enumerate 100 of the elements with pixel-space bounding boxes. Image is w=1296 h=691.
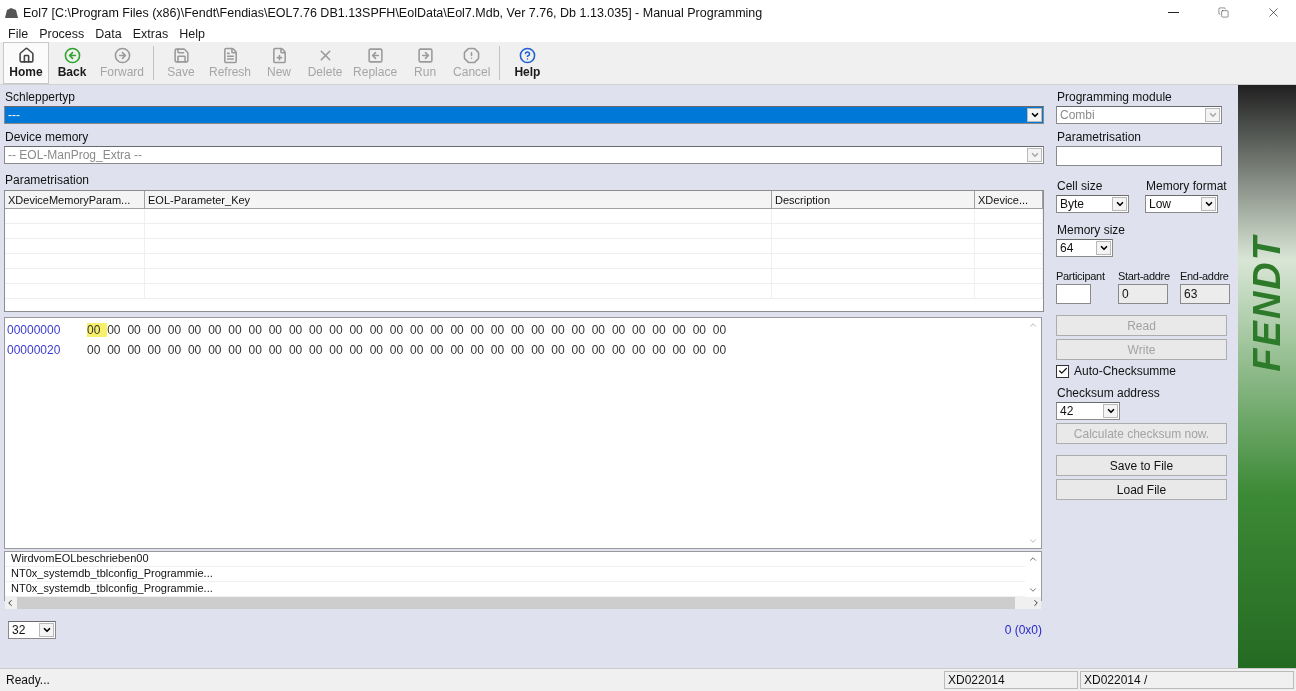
hex-byte[interactable]: 00 (268, 343, 289, 357)
hex-byte[interactable]: 00 (712, 323, 733, 337)
column-header[interactable]: XDeviceMemoryParam... (5, 191, 145, 208)
tractor-type-dropdown[interactable]: --- (4, 106, 1044, 124)
hex-byte[interactable]: 00 (430, 343, 451, 357)
hex-byte[interactable]: 00 (632, 323, 653, 337)
hex-byte[interactable]: 00 (228, 323, 249, 337)
hex-byte[interactable]: 00 (389, 323, 410, 337)
hex-byte[interactable]: 00 (228, 343, 249, 357)
hex-byte[interactable]: 00 (329, 323, 350, 337)
hex-byte[interactable]: 00 (490, 323, 511, 337)
hex-byte[interactable]: 00 (369, 323, 390, 337)
memory-size-dropdown[interactable]: 64 (1056, 239, 1113, 257)
hex-byte[interactable]: 00 (510, 323, 532, 337)
toolbar-button[interactable]: Back (49, 42, 95, 84)
hex-byte[interactable]: 00 (107, 343, 128, 357)
hex-byte[interactable]: 00 (692, 343, 713, 357)
column-header[interactable]: XDevice... (975, 191, 1043, 208)
menu-item[interactable]: Extras (126, 26, 174, 41)
menu-item[interactable]: Help (173, 26, 210, 41)
hex-byte[interactable]: 00 (87, 343, 108, 357)
hex-byte[interactable]: 00 (490, 343, 511, 357)
hex-byte[interactable]: 00 (692, 323, 713, 337)
hex-byte[interactable]: 00 (87, 323, 108, 337)
checksum-address-dropdown[interactable]: 42 (1056, 402, 1120, 420)
hex-byte[interactable]: 00 (309, 343, 330, 357)
hex-byte[interactable]: 00 (652, 323, 673, 337)
scroll-up-icon (1028, 554, 1038, 564)
hex-byte[interactable]: 00 (248, 343, 269, 357)
horizontal-scrollbar[interactable] (5, 597, 1041, 609)
parametrisation-field[interactable] (1056, 146, 1222, 166)
hex-byte[interactable]: 00 (349, 343, 370, 357)
hex-byte[interactable]: 00 (208, 323, 229, 337)
column-header[interactable]: Description (772, 191, 975, 208)
hex-byte[interactable]: 00 (410, 343, 431, 357)
hex-byte[interactable]: 00 (107, 323, 128, 337)
hex-byte[interactable]: 00 (591, 323, 612, 337)
participant-field[interactable] (1056, 284, 1091, 304)
right-arrow-square-icon (416, 47, 434, 64)
start-address-field[interactable]: 0 (1118, 284, 1168, 304)
hex-byte[interactable]: 00 (531, 323, 552, 337)
hex-byte[interactable]: 00 (551, 343, 572, 357)
log-item[interactable]: WirdvomEOLbeschrieben00 (11, 552, 211, 566)
checkbox[interactable] (1056, 364, 1069, 378)
hex-byte[interactable]: 00 (187, 343, 209, 357)
field-label: Participant (1056, 270, 1106, 282)
page-size-dropdown[interactable]: 32 (8, 621, 56, 639)
hex-byte[interactable]: 00 (611, 323, 633, 337)
hex-byte[interactable]: 00 (510, 343, 532, 357)
hex-byte[interactable]: 00 (288, 323, 310, 337)
hex-byte[interactable]: 00 (430, 323, 451, 337)
hex-byte[interactable]: 00 (410, 323, 431, 337)
hex-address: 00000020 (7, 343, 62, 357)
hex-byte[interactable]: 00 (470, 323, 491, 337)
hex-byte[interactable]: 00 (167, 343, 188, 357)
hex-byte[interactable]: 00 (329, 343, 350, 357)
hex-byte[interactable]: 00 (187, 323, 209, 337)
hex-byte[interactable]: 00 (127, 323, 148, 337)
hex-byte[interactable]: 00 (288, 343, 310, 357)
hex-byte[interactable]: 00 (127, 343, 148, 357)
hex-byte[interactable]: 00 (672, 323, 693, 337)
hex-byte[interactable]: 00 (652, 343, 673, 357)
column-header[interactable]: EOL-Parameter_Key (145, 191, 772, 208)
hex-byte[interactable]: 00 (450, 323, 471, 337)
hex-byte[interactable]: 00 (309, 323, 330, 337)
toolbar-button[interactable]: Help (504, 42, 551, 84)
hex-byte[interactable]: 00 (369, 343, 390, 357)
hex-byte[interactable]: 00 (611, 343, 633, 357)
hex-byte[interactable]: 00 (167, 323, 188, 337)
hex-byte[interactable]: 00 (712, 343, 733, 357)
hex-byte[interactable]: 00 (551, 323, 572, 337)
hex-byte[interactable]: 00 (571, 323, 592, 337)
hex-byte[interactable]: 00 (531, 343, 552, 357)
log-item[interactable]: NT0x_systemdb_tblconfig_Programmie... (11, 567, 211, 581)
menu-item[interactable]: File (2, 26, 34, 41)
hex-byte[interactable]: 00 (147, 343, 168, 357)
field-label: Schleppertyp (5, 90, 77, 104)
hex-byte[interactable]: 00 (268, 323, 289, 337)
hex-byte[interactable]: 00 (632, 343, 653, 357)
hex-byte[interactable]: 00 (591, 343, 612, 357)
menu-item[interactable]: Process (33, 26, 90, 41)
toolbar-button[interactable]: Home (3, 42, 49, 84)
hex-byte[interactable]: 00 (248, 323, 269, 337)
field-label: Start-addre (1118, 270, 1171, 282)
field-label: Cell size (1057, 179, 1104, 193)
load-file-button[interactable]: Load File (1056, 479, 1227, 500)
hex-byte[interactable]: 00 (349, 323, 370, 337)
end-address-field[interactable]: 63 (1180, 284, 1230, 304)
memory-format-dropdown[interactable]: Low (1145, 195, 1218, 213)
hex-byte[interactable]: 00 (147, 323, 168, 337)
hex-byte[interactable]: 00 (470, 343, 491, 357)
log-item[interactable]: NT0x_systemdb_tblconfig_Programmie... (11, 582, 211, 596)
menu-item[interactable]: Data (89, 26, 127, 41)
hex-byte[interactable]: 00 (208, 343, 229, 357)
hex-byte[interactable]: 00 (672, 343, 693, 357)
hex-byte[interactable]: 00 (450, 343, 471, 357)
cell-size-dropdown[interactable]: Byte (1056, 195, 1129, 213)
save-to-file-button[interactable]: Save to File (1056, 455, 1227, 476)
hex-byte[interactable]: 00 (389, 343, 410, 357)
hex-byte[interactable]: 00 (571, 343, 592, 357)
